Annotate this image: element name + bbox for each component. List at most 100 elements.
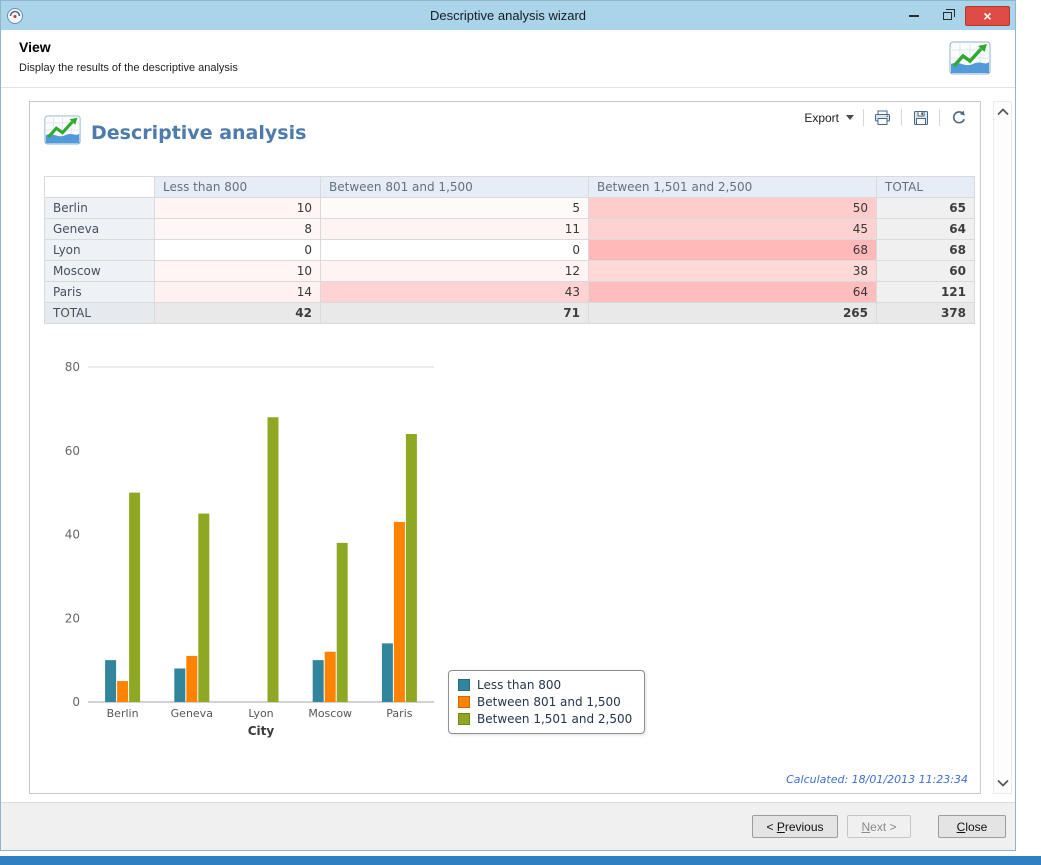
- title-bar[interactable]: Descriptive analysis wizard ×: [1, 1, 1015, 30]
- row-label: Paris: [44, 281, 155, 303]
- value-cell: 68: [588, 239, 877, 261]
- export-label: Export: [804, 110, 839, 125]
- value-cell: 265: [588, 302, 877, 324]
- bar-chart: 0 20 40 60 80 Berlin Geneva Lyon Moscow Paris City…: [44, 352, 964, 762]
- value-cell: 42: [154, 302, 321, 324]
- total-cell: 378: [876, 302, 975, 324]
- wizard-step-header: View Display the results of the descript…: [1, 30, 1015, 88]
- y-tick-label: 80: [65, 360, 80, 374]
- table-total-row: TOTAL 42 71 265 378: [44, 302, 975, 324]
- value-cell: 10: [154, 260, 321, 282]
- button-accesskey: N: [861, 819, 871, 834]
- value-cell: 38: [588, 260, 877, 282]
- results-table: Less than 800 Between 801 and 1,500 Betwee…: [44, 176, 975, 324]
- bar-Geneva-s1: [186, 655, 198, 702]
- table-row: Berlin 10 5 50 65: [44, 197, 975, 219]
- restore-icon: [942, 8, 955, 20]
- button-accesskey: P: [776, 819, 785, 834]
- next-button[interactable]: Next >: [847, 815, 911, 838]
- table-row: Geneva 8 11 45 64: [44, 218, 975, 240]
- results-panel: Export Descriptive analysis Less than 80…: [29, 101, 981, 794]
- table-column-header: Between 801 and 1,500: [320, 176, 589, 198]
- total-cell: 65: [876, 197, 975, 219]
- printer-icon: [875, 110, 890, 125]
- value-cell: 11: [320, 218, 589, 240]
- button-label-part: ext >: [870, 819, 897, 834]
- bar-Geneva-s0: [174, 668, 186, 702]
- row-label: Berlin: [44, 197, 155, 219]
- window-title: Descriptive analysis wizard: [429, 8, 587, 23]
- bar-Lyon-s2: [267, 417, 279, 702]
- legend-label: Between 801 and 1,500: [477, 695, 621, 709]
- bar-Moscow-s0: [312, 660, 324, 702]
- x-axis-title: City: [248, 724, 275, 738]
- bar-Moscow-s2: [336, 542, 348, 702]
- bar-Berlin-s1: [117, 681, 129, 702]
- value-cell: 71: [320, 302, 589, 324]
- legend-label: Between 1,501 and 2,500: [477, 712, 633, 726]
- legend-entry: Less than 800: [458, 678, 632, 692]
- scroll-up-button[interactable]: [994, 103, 1011, 121]
- close-window-button[interactable]: ×: [965, 5, 1010, 26]
- chevron-up-icon: [996, 108, 1009, 116]
- scroll-down-button[interactable]: [994, 774, 1011, 792]
- toolbar-separator: [939, 109, 940, 126]
- value-cell: 0: [154, 239, 321, 261]
- toolbar-separator: [901, 109, 902, 126]
- x-category-label: Geneva: [171, 707, 213, 720]
- total-cell: 64: [876, 218, 975, 240]
- total-cell: 68: [876, 239, 975, 261]
- vertical-scrollbar[interactable]: [993, 101, 1012, 794]
- previous-button[interactable]: < Previous: [752, 815, 838, 838]
- y-tick-label: 20: [65, 611, 80, 625]
- wizard-body: Export Descriptive analysis Less than 80…: [1, 89, 1015, 802]
- results-toolbar: Export: [804, 109, 968, 126]
- chevron-down-icon: [996, 779, 1009, 787]
- legend-swatch: [458, 679, 470, 691]
- button-label-part: <: [766, 819, 777, 834]
- floppy-disk-icon: [913, 110, 928, 125]
- save-button[interactable]: [911, 109, 930, 126]
- table-row: Lyon 0 0 68 68: [44, 239, 975, 261]
- total-cell: 60: [876, 260, 975, 282]
- bar-Geneva-s2: [198, 513, 210, 702]
- bar-Berlin-s2: [129, 492, 141, 702]
- x-category-label: Berlin: [107, 707, 139, 720]
- calculated-timestamp: Calculated: 18/01/2013 11:23:34: [786, 773, 968, 786]
- value-cell: 10: [154, 197, 321, 219]
- wizard-footer: < Previous Next > Close: [1, 802, 1015, 850]
- toolbar-separator: [863, 109, 864, 126]
- maximize-button[interactable]: [932, 6, 962, 26]
- x-category-label: Moscow: [308, 707, 352, 720]
- caret-down-icon: [846, 115, 854, 120]
- value-cell: 45: [588, 218, 877, 240]
- legend-label: Less than 800: [477, 678, 562, 692]
- minimize-button[interactable]: [899, 6, 929, 26]
- refresh-icon: [952, 110, 965, 123]
- button-label-part: revious: [784, 819, 824, 834]
- table-header-row: Less than 800 Between 801 and 1,500 Betwee…: [44, 176, 975, 198]
- row-label: Lyon: [44, 239, 155, 261]
- close-button[interactable]: Close: [938, 815, 1006, 838]
- row-label: Moscow: [44, 260, 155, 282]
- button-label-part: lose: [965, 819, 988, 834]
- wizard-window: Descriptive analysis wizard × View Displ…: [0, 0, 1016, 851]
- table-corner-cell: [44, 176, 155, 198]
- export-button[interactable]: Export: [804, 111, 854, 125]
- bar-Paris-s2: [405, 434, 417, 702]
- print-button[interactable]: [873, 109, 892, 126]
- y-tick-label: 40: [65, 528, 80, 542]
- bottom-blue-strip: [0, 856, 1041, 865]
- value-cell: 43: [320, 281, 589, 303]
- window-controls: ×: [899, 5, 1010, 26]
- refresh-button[interactable]: [949, 109, 968, 126]
- value-cell: 12: [320, 260, 589, 282]
- value-cell: 64: [588, 281, 877, 303]
- row-label: TOTAL: [44, 302, 155, 324]
- close-icon: ×: [983, 7, 992, 24]
- table-column-header: TOTAL: [876, 176, 975, 198]
- legend-swatch: [458, 713, 470, 725]
- step-subtitle: Display the results of the descriptive a…: [19, 62, 238, 74]
- table-row: Paris 14 43 64 121: [44, 281, 975, 303]
- step-title: View: [19, 39, 51, 55]
